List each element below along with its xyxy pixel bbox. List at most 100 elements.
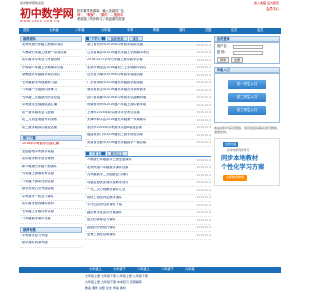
list-item-title[interactable]: ·一元二次方程解法课件汇总 [85,188,125,192]
list-item[interactable]: ·七年级上学期月考试卷 [20,209,82,216]
list-item-text[interactable]: 安徽省合肥市2016届九年级数学一模试卷 [87,141,146,144]
list-item-text[interactable]: 中考数学一轮复习课件 [22,195,54,198]
login-button[interactable]: 登录 [217,57,230,64]
list-item[interactable]: ·初中数学竞赛辅导资料 [20,201,82,209]
list-item-title[interactable]: ·中考数学压轴题精选汇编 [20,103,57,107]
list-item[interactable]: ·九年级数学二次函数复习课件 2016-10-9 [85,172,211,180]
list-item[interactable]: ·新人教版七年级下册课件 [20,164,82,171]
list-item-title[interactable]: ·重庆市2016年中考数学试题A卷及答案 [85,126,142,130]
list-item[interactable]: ·沪科版八年级上学期期中试卷 [20,65,82,72]
list-item-title[interactable]: ·七年级上学期月考试卷 [20,210,54,214]
list-item[interactable]: ·初中数学中考复习专题训练 [20,57,82,65]
list-item-text[interactable]: 人教版七年级数学上册全套课件 [87,158,132,161]
list-item[interactable]: ·上海市2016年初中数学学业考试试卷 2016-10-9 [85,110,211,117]
list-item-text[interactable]: 四川省成都市2016年中考数学试题解析版 [87,96,146,99]
list-item-text[interactable]: 平行四边形性质课件下载 [87,203,122,206]
list-item-title[interactable]: ·初一数学期末复习提纲 [20,111,54,115]
list-item[interactable]: ·中考数学复习专题 [20,233,82,240]
list-item[interactable]: ·北师大版七年级上册期中测试 [20,42,82,50]
list-item-text[interactable]: 相似三角形判定教学课件 [87,196,122,199]
list-item-text[interactable]: 九年级上册期末考试题 [22,172,54,175]
list-item-title[interactable]: ·九年级二次函数知识点总结 [20,96,60,100]
list-item-text[interactable]: 北京市海淀区2016届初三上学期期中测试 [87,66,146,69]
grade-3-button[interactable]: 初三学生入口 [228,106,266,115]
list-item-text[interactable]: 初中数学中考复习专题训练 [22,58,60,61]
nav-item[interactable]: 八年级 [75,28,85,33]
tab[interactable]: 教学论文 [106,151,128,156]
list-item[interactable]: ·九年级二次函数知识点总结 [20,95,82,102]
tab[interactable]: 最新教案 [106,36,128,41]
list-item[interactable]: ·数据的分析统计课件 2016-10-9 [85,225,211,232]
list-item-text[interactable]: 初一数学期末复习提纲 [22,111,54,114]
list-item-title[interactable]: ·初中数学竞赛辅导资料 [20,202,54,206]
grade-nav-item[interactable]: 八年级下 [161,267,174,272]
list-item-text[interactable]: 初中数学竞赛辅导资料 [22,202,54,205]
list-item[interactable]: ·中考数学压轴题精选汇编 [20,102,82,110]
list-item-text[interactable]: 天津市和平区2016届九年级第一学期期中 [87,118,146,121]
list-item-title[interactable]: ·平行四边形性质课件下载 [85,203,122,207]
grade-1-button[interactable]: 初一学生入口 [228,80,266,89]
list-item-title[interactable]: ·安徽省合肥市2016届九年级数学一模试卷 [85,141,146,145]
nav-item[interactable]: 九年级 [101,28,111,33]
list-item-title[interactable]: ·人教版七年级上册第一章测试卷 [20,51,67,55]
list-item-text[interactable]: 山东省济南市2016年中考数学真题试卷 [87,73,143,76]
list-item-title[interactable]: ·整式的乘除复习课件 [85,218,116,222]
list-item-text[interactable]: 全等三角形证明课件 [87,233,116,236]
list-item-text[interactable]: 七年级数学有理数练习题 [22,81,57,84]
list-item-text[interactable]: 八年级一次函数同步练习 [22,88,57,91]
list-item-text[interactable]: 初三数学模拟试卷及答案 [22,126,57,129]
grade-links-row[interactable]: 教案 课件 试题 论文 学案 素材 [85,286,211,293]
list-item-title[interactable]: ·河南省郑州市2016届八年级上期中数学卷 [85,103,146,107]
list-item[interactable]: ·2016-2017学年七年级上期中数学试卷 2016-10-9 [85,57,211,65]
list-item-text[interactable]: 广东省深圳市2016届九年级数学模拟题 [87,81,143,84]
list-item-text[interactable]: 九年级数学二次函数复习课件 [87,173,128,176]
list-item[interactable]: ·安徽省合肥市2016届九年级数学一模试卷 2016-10-9 [85,140,211,147]
list-item[interactable]: ·重庆市2016年中考数学试题A卷及答案 2016-10-9 [85,125,211,132]
nav-item[interactable]: 课件 [179,28,185,33]
list-item-text[interactable]: 数据的分析统计课件 [87,226,116,229]
list-item[interactable]: ·初中数学教学设计案例 [20,156,82,164]
list-item[interactable]: ·初三数学模拟试卷及答案 [20,125,82,132]
list-item[interactable]: ·中考数学一轮复习课件 [20,194,82,201]
tab[interactable]: 课件 [128,36,143,41]
member-center-link[interactable]: 会员中心 [266,7,279,12]
list-item[interactable]: ·初二几何证明题专项训练 [20,117,82,125]
list-item-title[interactable]: ·广东省深圳市2016届九年级数学模拟题 [85,81,143,85]
list-item-text[interactable]: 2016年中考数学试题汇编 [22,142,59,145]
list-item[interactable]: ·2016年中考数学试题汇编 [20,141,82,149]
list-item-title[interactable]: ·浙江省杭州市2016年中考数学模拟试题 [85,43,143,47]
nav-item[interactable]: 教案 [153,28,159,33]
username-input[interactable] [233,45,263,49]
ad-cta-button[interactable]: 立即免费体验 [223,175,248,181]
list-item-title[interactable]: ·数学思想方法专题讲座 [20,187,54,191]
list-item-title[interactable]: ·初三数学模拟试卷及答案 [20,126,57,130]
list-item-title[interactable]: ·浙教版九年级数学单元测试 [20,73,60,77]
list-item[interactable]: ·江苏省南京市2016届九年级上学期期中考试 2016-10-9 [85,50,211,57]
register-button[interactable]: 注册 [231,57,244,64]
list-item-text[interactable]: 北师大版八年级数学课件合集 [87,166,128,169]
list-item-title[interactable]: ·中考数学复习专题 [20,234,48,238]
list-item[interactable]: ·八年级数学期中试卷 [20,216,82,224]
list-item[interactable]: ·人教版七年级上册第一章测试卷 [20,50,82,57]
list-item-text[interactable]: 八年级数学期中试卷 [22,217,51,220]
list-item[interactable]: ·河南省郑州市2016届八年级上期中数学卷 2016-10-9 [85,102,211,110]
list-item[interactable]: ·湖北省武汉市2016届九年级元月调考数学 2016-10-9 [85,87,211,95]
list-item-text[interactable]: 沪科版八年级上学期期中试卷 [22,66,63,69]
list-item[interactable]: ·初一数学期末复习提纲 [20,110,82,117]
list-item-title[interactable]: ·江苏省南京市2016届九年级上学期期中考试 [85,51,149,55]
list-item-text[interactable]: 湖北省武汉市2016届九年级元月调考数学 [87,88,146,91]
password-input[interactable] [233,51,263,55]
list-item-text[interactable]: 福建省厦门市2016届初三数学质检试卷 [87,133,143,136]
list-item-text[interactable]: 上海市2016年初中数学学业考试试卷 [87,111,140,114]
grade-nav-item[interactable]: 七年级下 [113,267,126,272]
list-item-text[interactable]: 一元二次方程解法课件汇总 [87,188,125,191]
list-item-text[interactable]: 河南省郑州市2016届八年级上期中数学卷 [87,103,146,106]
list-item-title[interactable]: ·全国各地中考数学真题 [20,150,54,154]
list-item-title[interactable]: ·中考数学一轮复习课件 [20,195,54,199]
list-item[interactable]: ·广东省深圳市2016届九年级数学模拟题 2016-10-9 [85,80,211,87]
list-item-title[interactable]: ·圆的有关性质公开课课件 [85,211,122,215]
nav-item[interactable]: 七年级 [49,28,59,33]
list-item-title[interactable]: ·上海市2016年初中数学学业考试试卷 [85,111,140,115]
list-item-title[interactable]: ·北师大版七年级上册期中测试 [20,43,63,47]
nav-item[interactable]: 首页 [23,28,29,33]
